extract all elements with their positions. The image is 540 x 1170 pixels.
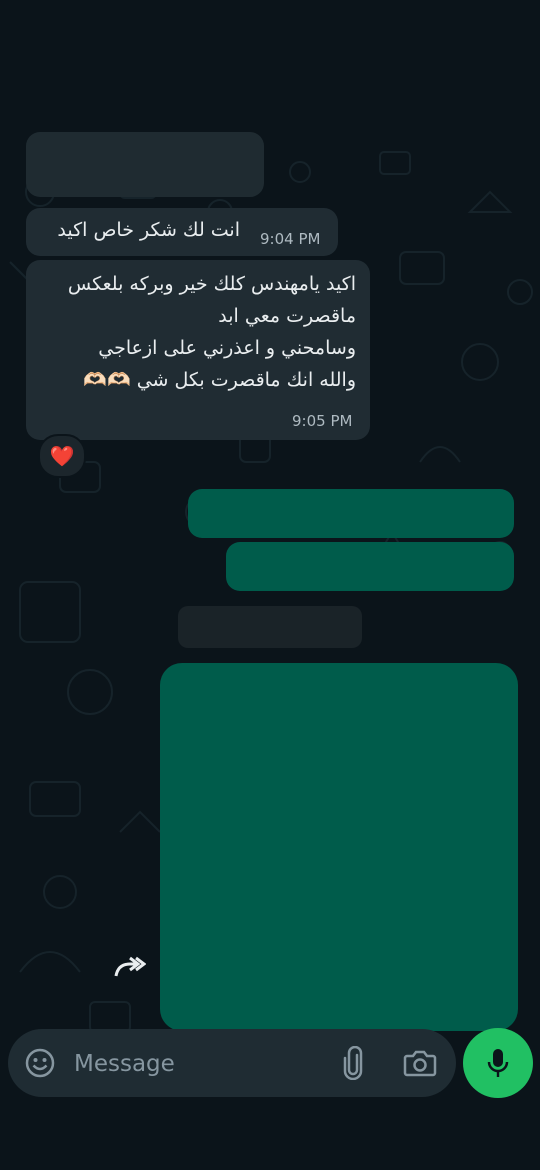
paperclip-icon[interactable] xyxy=(338,1045,368,1081)
incoming-message[interactable]: اكيد يامهندس كلك خير وبركه بلعكس ماقصرت … xyxy=(26,260,370,440)
redacted-outgoing-media[interactable] xyxy=(160,663,518,1031)
incoming-message[interactable]: انت لك شكر خاص اكيد 9:04 PM xyxy=(26,208,338,256)
message-line: ماقصرت معي ابد xyxy=(218,305,356,327)
top-app-bar xyxy=(0,0,540,132)
redacted-incoming-message[interactable] xyxy=(26,132,264,197)
message-line: والله انك ماقصرت بكل شي 🫶🏻🫶🏻 xyxy=(83,369,356,391)
message-line: اكيد يامهندس كلك خير وبركه بلعكس xyxy=(67,273,356,295)
redacted-outgoing-message[interactable] xyxy=(226,542,514,591)
bottom-bar xyxy=(0,1103,540,1170)
redacted-outgoing-message[interactable] xyxy=(188,489,514,538)
microphone-icon xyxy=(487,1049,509,1077)
message-time: 9:05 PM xyxy=(292,412,353,430)
camera-icon[interactable] xyxy=(402,1045,438,1081)
chat-area[interactable]: انت لك شكر خاص اكيد 9:04 PM اكيد يامهندس… xyxy=(0,132,540,1103)
emoji-icon[interactable] xyxy=(22,1045,58,1081)
message-input[interactable] xyxy=(72,1043,326,1085)
microphone-button[interactable] xyxy=(463,1028,533,1098)
forward-icon[interactable] xyxy=(110,954,147,986)
heart-reaction: ❤️ xyxy=(49,444,75,468)
reaction-badge[interactable]: ❤️ xyxy=(38,434,86,478)
message-line: وسامحني و اعذرني على ازعاجي xyxy=(98,337,356,359)
redacted-date-separator xyxy=(178,606,362,648)
message-text: انت لك شكر خاص اكيد xyxy=(57,219,240,241)
message-time: 9:04 PM xyxy=(260,230,321,248)
message-composer[interactable] xyxy=(8,1029,456,1097)
